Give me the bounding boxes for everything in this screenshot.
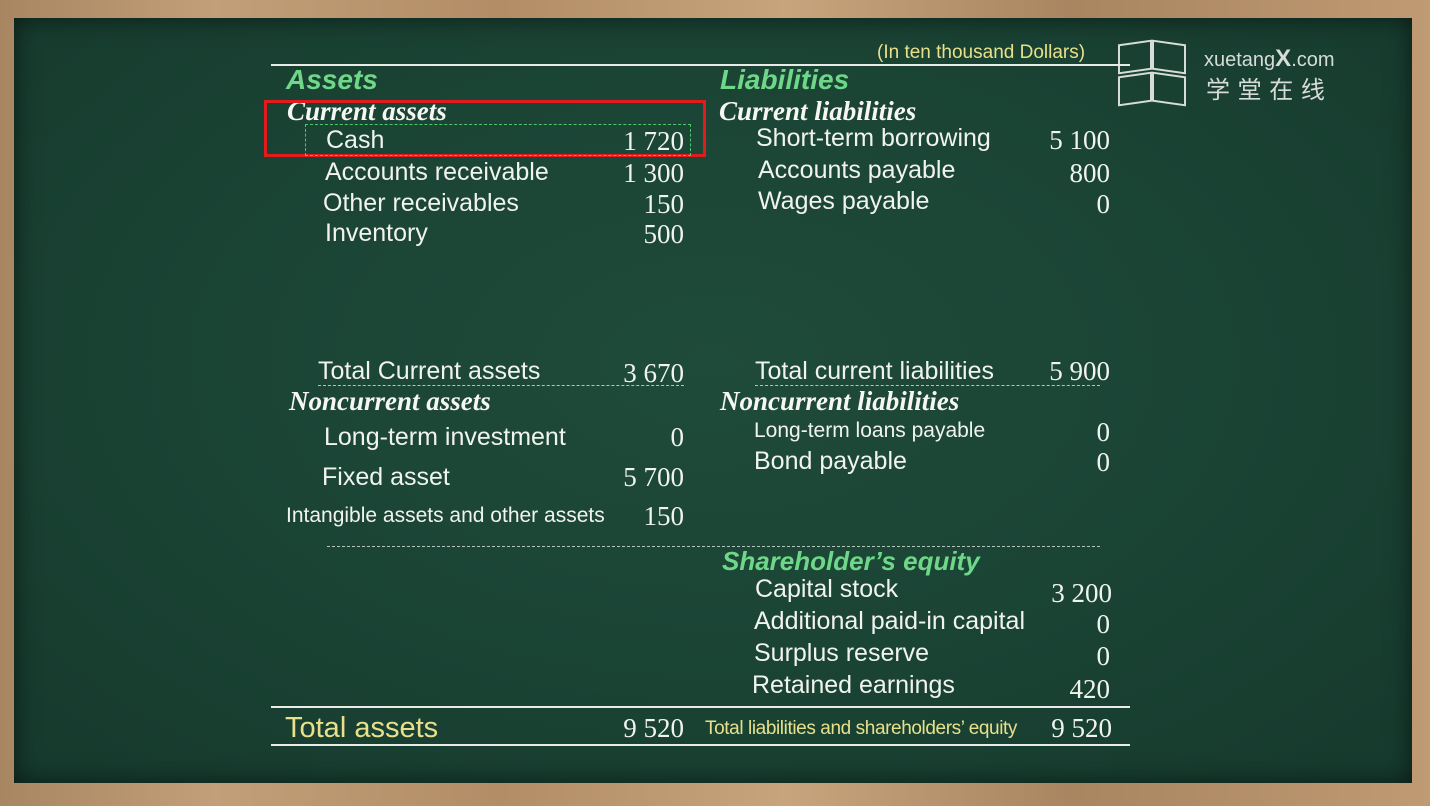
total-current-liabilities-value: 5 900 <box>1049 356 1110 386</box>
shareholders-equity-heading: Shareholder’s equity <box>722 546 980 576</box>
top-rule <box>271 64 1130 66</box>
liabilities-heading: Liabilities <box>720 64 850 95</box>
cash-value: 1 720 <box>623 126 684 156</box>
accounts-receivable-label: Accounts receivable <box>325 158 549 186</box>
wages-payable-value: 0 <box>1096 189 1111 219</box>
long-term-loans-payable-label: Long-term loans payable <box>754 419 986 442</box>
noncurrent-assets-heading: Noncurrent assets <box>289 386 491 416</box>
other-receivables-label: Other receivables <box>323 189 519 217</box>
grand-total-label: Total liabilities and shareholders’ equi… <box>705 718 1018 739</box>
logo-mark-icon <box>1118 39 1152 75</box>
total-assets-label: Total assets <box>285 712 439 744</box>
brand-name: xuetangX.com <box>1204 45 1335 72</box>
current-liabilities-heading: Current liabilities <box>719 96 917 126</box>
long-term-loans-payable-value: 0 <box>1096 417 1111 447</box>
capital-stock-label: Capital stock <box>755 575 899 603</box>
brand-chinese: 学 堂 在 线 <box>1206 76 1325 104</box>
assets-heading: Assets <box>286 64 378 95</box>
bond-payable-value: 0 <box>1096 447 1111 477</box>
unit-note: (In ten thousand Dollars) <box>877 42 1086 63</box>
additional-paid-in-capital-value: 0 <box>1096 609 1111 639</box>
bond-payable-label: Bond payable <box>754 447 907 475</box>
retained-earnings-value: 420 <box>1069 674 1111 704</box>
total-assets-value: 9 520 <box>623 713 684 743</box>
surplus-reserve-label: Surplus reserve <box>754 639 930 667</box>
total-current-liabilities-label: Total current liabilities <box>755 357 994 385</box>
short-term-borrowing-value: 5 100 <box>1049 125 1110 155</box>
totals-bottom-rule <box>271 744 1130 746</box>
short-term-borrowing-label: Short-term borrowing <box>756 124 991 152</box>
grand-total-value: 9 520 <box>1051 713 1112 743</box>
noncurrent-liabilities-heading: Noncurrent liabilities <box>720 386 960 416</box>
capital-stock-value: 3 200 <box>1051 578 1112 608</box>
total-current-assets-label: Total Current assets <box>318 357 541 385</box>
intangible-assets-label: Intangible assets and other assets <box>286 504 605 527</box>
total-current-assets-value: 3 670 <box>623 358 684 388</box>
fixed-asset-value: 5 700 <box>623 462 684 492</box>
inventory-value: 500 <box>643 219 685 249</box>
inventory-label: Inventory <box>325 219 428 247</box>
accounts-receivable-value: 1 300 <box>623 158 684 188</box>
intangible-assets-value: 150 <box>643 501 685 531</box>
other-receivables-value: 150 <box>643 189 685 219</box>
accounts-payable-value: 800 <box>1069 158 1111 188</box>
accounts-payable-label: Accounts payable <box>758 156 956 184</box>
totals-top-rule <box>271 706 1130 708</box>
chalkboard <box>14 18 1412 783</box>
fixed-asset-label: Fixed asset <box>322 463 450 491</box>
additional-paid-in-capital-label: Additional paid-in capital <box>754 607 1026 635</box>
retained-earnings-label: Retained earnings <box>752 671 955 699</box>
surplus-reserve-value: 0 <box>1096 641 1111 671</box>
long-term-investment-label: Long-term investment <box>324 423 566 451</box>
assets-bottom-divider <box>327 546 1100 547</box>
wages-payable-label: Wages payable <box>758 187 930 215</box>
long-term-investment-value: 0 <box>670 422 685 452</box>
cash-label: Cash <box>326 126 385 154</box>
